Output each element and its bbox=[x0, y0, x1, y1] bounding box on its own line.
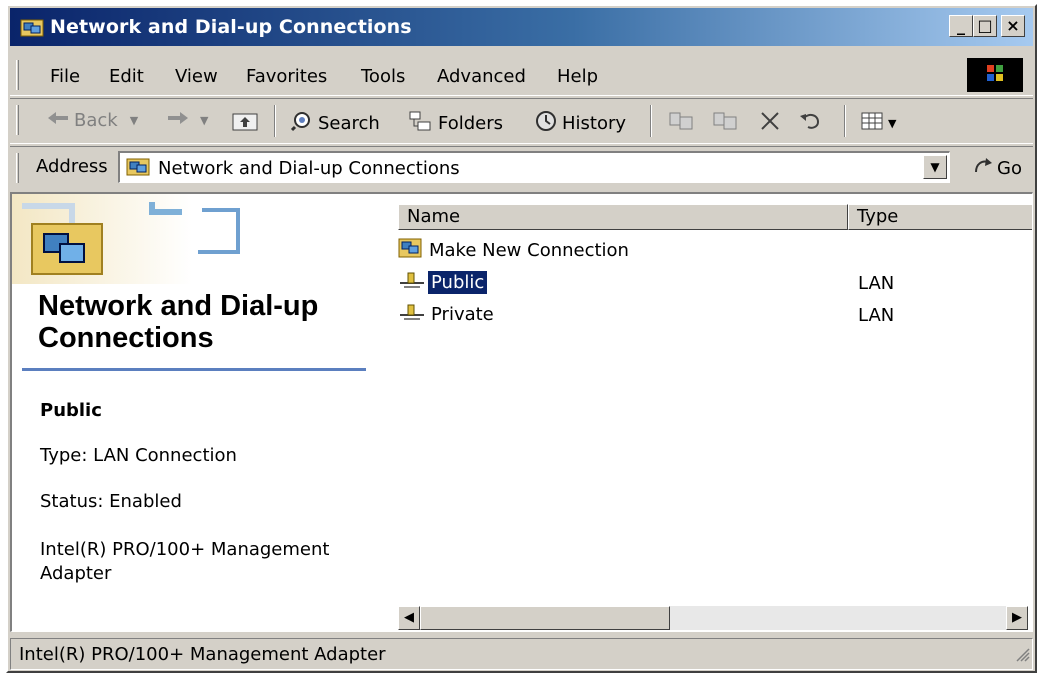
windows-logo bbox=[967, 58, 1023, 92]
close-button[interactable]: × bbox=[1001, 15, 1025, 37]
search-button[interactable]: Search bbox=[290, 110, 380, 137]
toolbar-separator bbox=[650, 105, 652, 137]
list-item[interactable]: Make New Connection bbox=[398, 236, 632, 264]
resize-grip-icon[interactable] bbox=[1014, 646, 1030, 667]
network-folder-icon bbox=[126, 156, 150, 181]
item-name: Public bbox=[428, 270, 488, 294]
menu-help[interactable]: Help bbox=[557, 66, 598, 87]
go-button[interactable]: Go bbox=[972, 156, 1022, 181]
forward-button[interactable]: ▼ bbox=[166, 110, 208, 131]
menu-advanced[interactable]: Advanced bbox=[437, 66, 526, 87]
back-dropdown-icon: ▼ bbox=[129, 114, 139, 127]
lan-connection-icon bbox=[398, 301, 426, 328]
back-arrow-icon bbox=[46, 110, 70, 131]
list-item-selected[interactable]: Public bbox=[398, 268, 488, 296]
back-button[interactable]: Back ▼ bbox=[46, 110, 138, 131]
title-bar[interactable]: Network and Dial-up Connections _ □ × bbox=[10, 8, 1033, 46]
history-button[interactable]: History bbox=[534, 110, 626, 137]
horizontal-scrollbar[interactable]: ◀ ▶ bbox=[398, 606, 1028, 630]
go-label: Go bbox=[997, 158, 1022, 179]
up-folder-icon bbox=[232, 110, 258, 137]
item-name: Make New Connection bbox=[429, 239, 629, 261]
pane-title: Network and Dial-up Connections bbox=[38, 290, 319, 354]
content-area: Network and Dial-up Connections Public T… bbox=[10, 192, 1033, 632]
scroll-thumb[interactable] bbox=[420, 606, 670, 630]
menu-bar: File Edit View Favorites Tools Advanced … bbox=[10, 54, 1033, 96]
scroll-right-button[interactable]: ▶ bbox=[1006, 606, 1028, 630]
menu-grip[interactable] bbox=[16, 60, 19, 90]
back-label: Back bbox=[74, 110, 118, 131]
column-header-name[interactable]: Name bbox=[398, 204, 848, 230]
move-to-button[interactable] bbox=[668, 110, 694, 137]
undo-button[interactable] bbox=[798, 110, 822, 137]
history-icon bbox=[534, 110, 558, 137]
folders-button[interactable]: Folders bbox=[408, 110, 503, 137]
selected-item-device: Intel(R) PRO/100+ Management Adapter bbox=[40, 539, 330, 584]
views-dropdown-icon: ▼ bbox=[888, 117, 897, 130]
menu-tools[interactable]: Tools bbox=[361, 66, 405, 87]
selected-item-name: Public bbox=[40, 400, 102, 421]
address-grip[interactable] bbox=[16, 153, 19, 183]
views-button[interactable]: ▼ bbox=[860, 110, 896, 137]
column-header-type[interactable]: Type bbox=[848, 204, 1032, 230]
maximize-button[interactable]: □ bbox=[973, 15, 997, 37]
delete-icon bbox=[758, 110, 782, 137]
toolbar-separator bbox=[844, 105, 846, 137]
item-type: LAN bbox=[858, 273, 895, 294]
forward-arrow-icon bbox=[166, 110, 190, 131]
toolbar-grip[interactable] bbox=[16, 105, 19, 135]
selected-item-status: Status: Enabled bbox=[40, 491, 182, 512]
folders-label: Folders bbox=[438, 113, 504, 134]
explorer-window: Network and Dial-up Connections _ □ × Fi… bbox=[6, 4, 1037, 673]
move-to-icon bbox=[668, 110, 694, 137]
menu-edit[interactable]: Edit bbox=[109, 66, 144, 87]
network-folder-icon bbox=[20, 17, 44, 42]
address-input[interactable]: Network and Dial-up Connections ▼ bbox=[118, 151, 950, 183]
forward-dropdown-icon: ▼ bbox=[200, 114, 209, 127]
status-bar: Intel(R) PRO/100+ Management Adapter bbox=[10, 638, 1033, 670]
selected-item-type: Type: LAN Connection bbox=[40, 445, 237, 466]
menu-view[interactable]: View bbox=[175, 66, 218, 87]
scroll-left-button[interactable]: ◀ bbox=[398, 606, 420, 630]
address-bar: Address Network and Dial-up Connections … bbox=[10, 146, 1033, 190]
views-icon bbox=[860, 110, 884, 137]
address-value: Network and Dial-up Connections bbox=[158, 158, 460, 179]
go-arrow-icon bbox=[972, 156, 994, 181]
menu-favorites[interactable]: Favorites bbox=[246, 66, 327, 87]
pane-divider bbox=[22, 368, 366, 371]
search-label: Search bbox=[318, 113, 380, 134]
item-type: LAN bbox=[858, 305, 895, 326]
copy-to-button[interactable] bbox=[712, 110, 738, 137]
standard-toolbar: Back ▼ ▼ Search Folders History ▼ bbox=[10, 98, 1033, 144]
list-item[interactable]: Private bbox=[398, 300, 497, 328]
copy-to-icon bbox=[712, 110, 738, 137]
delete-button[interactable] bbox=[758, 110, 782, 137]
make-new-connection-icon bbox=[398, 237, 422, 264]
address-label: Address bbox=[36, 156, 108, 177]
info-pane: Network and Dial-up Connections Public T… bbox=[12, 194, 396, 631]
address-dropdown-button[interactable]: ▼ bbox=[923, 155, 947, 179]
search-icon bbox=[290, 110, 314, 137]
history-label: History bbox=[562, 113, 627, 134]
window-title: Network and Dial-up Connections bbox=[50, 16, 412, 38]
item-name: Private bbox=[431, 303, 494, 325]
minimize-button[interactable]: _ bbox=[949, 15, 973, 37]
toolbar-separator bbox=[274, 105, 276, 137]
status-text: Intel(R) PRO/100+ Management Adapter bbox=[19, 644, 386, 665]
up-folder-button[interactable] bbox=[232, 110, 258, 137]
lan-connection-icon bbox=[398, 269, 426, 296]
folder-banner-graphic bbox=[12, 194, 240, 284]
menu-file[interactable]: File bbox=[50, 66, 80, 87]
undo-icon bbox=[798, 110, 822, 137]
folders-icon bbox=[408, 110, 434, 137]
